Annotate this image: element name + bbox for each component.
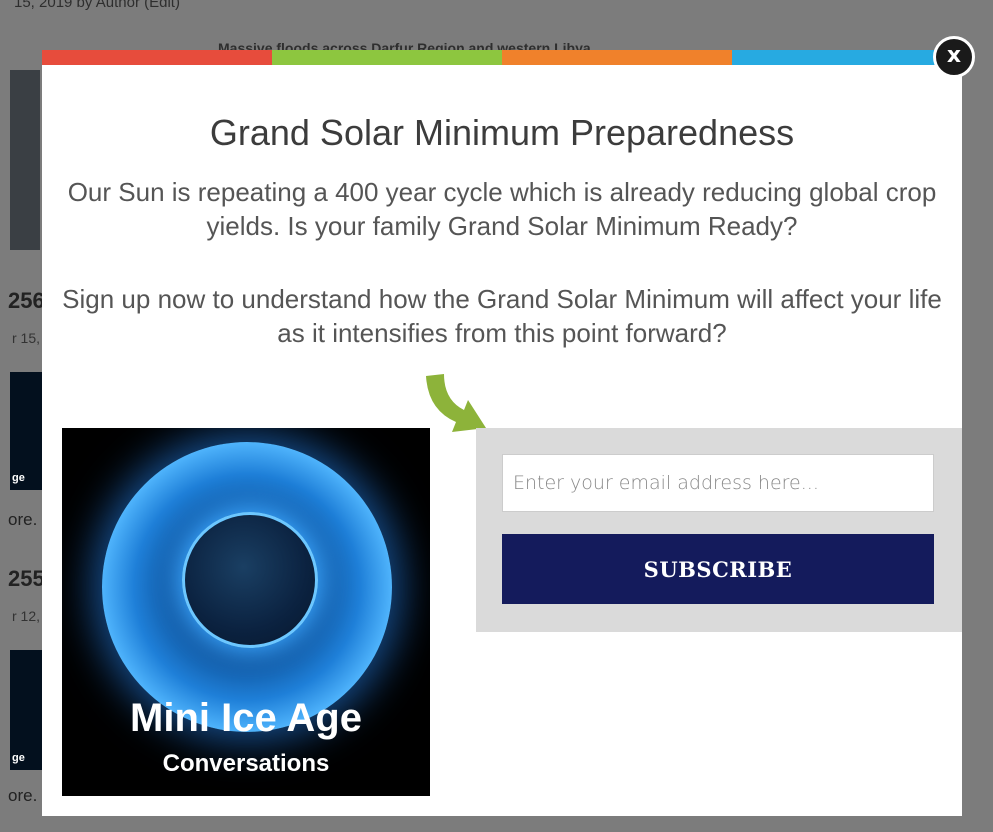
modal-signup-text: Sign up now to understand how the Grand …: [62, 284, 942, 348]
image-title: Mini Ice Age: [130, 696, 362, 740]
globe-icon: [102, 442, 392, 732]
signup-form: SUBSCRIBE: [476, 428, 962, 632]
color-stripe: [732, 50, 962, 65]
bg-item-number: 256: [8, 288, 45, 313]
modal-intro-text: Our Sun is repeating a 400 year cycle wh…: [67, 177, 937, 241]
bg-thumbnail: [10, 70, 40, 250]
bg-thumb-caption: ge: [12, 752, 25, 764]
color-stripe: [42, 50, 272, 65]
color-stripe: [502, 50, 732, 65]
email-input[interactable]: [502, 454, 934, 512]
close-icon: x: [946, 43, 962, 68]
close-button[interactable]: x: [933, 36, 975, 78]
subscribe-button[interactable]: SUBSCRIBE: [502, 534, 934, 604]
bg-thumb-caption: ge: [12, 472, 25, 484]
modal-title: Grand Solar Minimum Preparedness: [209, 112, 795, 153]
bg-post-meta: 15, 2019 by Author (Edit): [14, 0, 180, 11]
bg-item-number: 255: [8, 566, 45, 591]
bg-item-date: r 12,: [12, 608, 41, 624]
bg-read-more: ore.: [8, 786, 38, 805]
bg-thumbnail: ge: [10, 372, 42, 490]
bg-item-date: r 15,: [12, 330, 41, 346]
bg-thumbnail: ge: [10, 650, 42, 770]
image-subtitle: Conversations: [162, 750, 330, 777]
signup-modal: Grand Solar Minimum Preparedness Our Sun…: [42, 50, 962, 816]
bg-read-more: ore.: [8, 510, 38, 529]
color-stripe: [272, 50, 502, 65]
mini-ice-age-image: Mini Ice Age Conversations: [62, 428, 430, 796]
